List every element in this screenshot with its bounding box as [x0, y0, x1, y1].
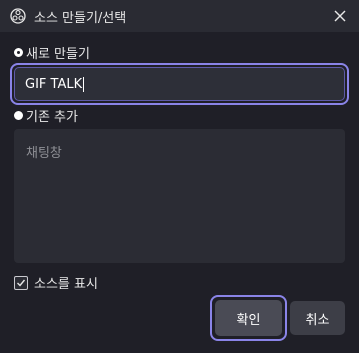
add-existing-label: 기존 추가	[26, 110, 78, 125]
create-new-radio[interactable]	[14, 48, 23, 57]
close-icon	[334, 10, 346, 22]
source-name-value: GIF TALK	[25, 76, 83, 92]
list-item[interactable]: 채팅창	[26, 142, 62, 161]
source-name-input-focus-ring: GIF TALK	[10, 63, 349, 105]
window-title: 소스 만들기/선택	[34, 11, 127, 26]
ok-button-focus-ring: 확인	[210, 295, 287, 341]
create-new-radio-option[interactable]: 새로 만들기	[14, 43, 90, 62]
visibility-label: 소스를 표시	[34, 277, 98, 292]
close-button[interactable]	[331, 7, 349, 25]
add-existing-radio-option[interactable]: 기존 추가	[14, 106, 78, 125]
checkmark-icon	[17, 279, 26, 287]
ok-button[interactable]: 확인	[215, 300, 282, 336]
obs-logo-icon	[10, 8, 26, 24]
create-select-source-dialog: 소스 만들기/선택 새로 만들기 GIF TALK 기존 추가 채팅창 소스를 …	[0, 0, 359, 353]
visibility-checkbox[interactable]	[14, 275, 28, 290]
source-name-input[interactable]: GIF TALK	[14, 67, 345, 101]
visibility-checkbox-option[interactable]: 소스를 표시	[14, 273, 98, 292]
create-new-label: 새로 만들기	[26, 47, 90, 62]
title-bar: 소스 만들기/선택	[0, 0, 359, 32]
existing-sources-list[interactable]: 채팅창	[14, 129, 345, 263]
add-existing-radio[interactable]	[14, 111, 23, 120]
text-caret	[83, 76, 85, 92]
cancel-button[interactable]: 취소	[290, 301, 345, 335]
